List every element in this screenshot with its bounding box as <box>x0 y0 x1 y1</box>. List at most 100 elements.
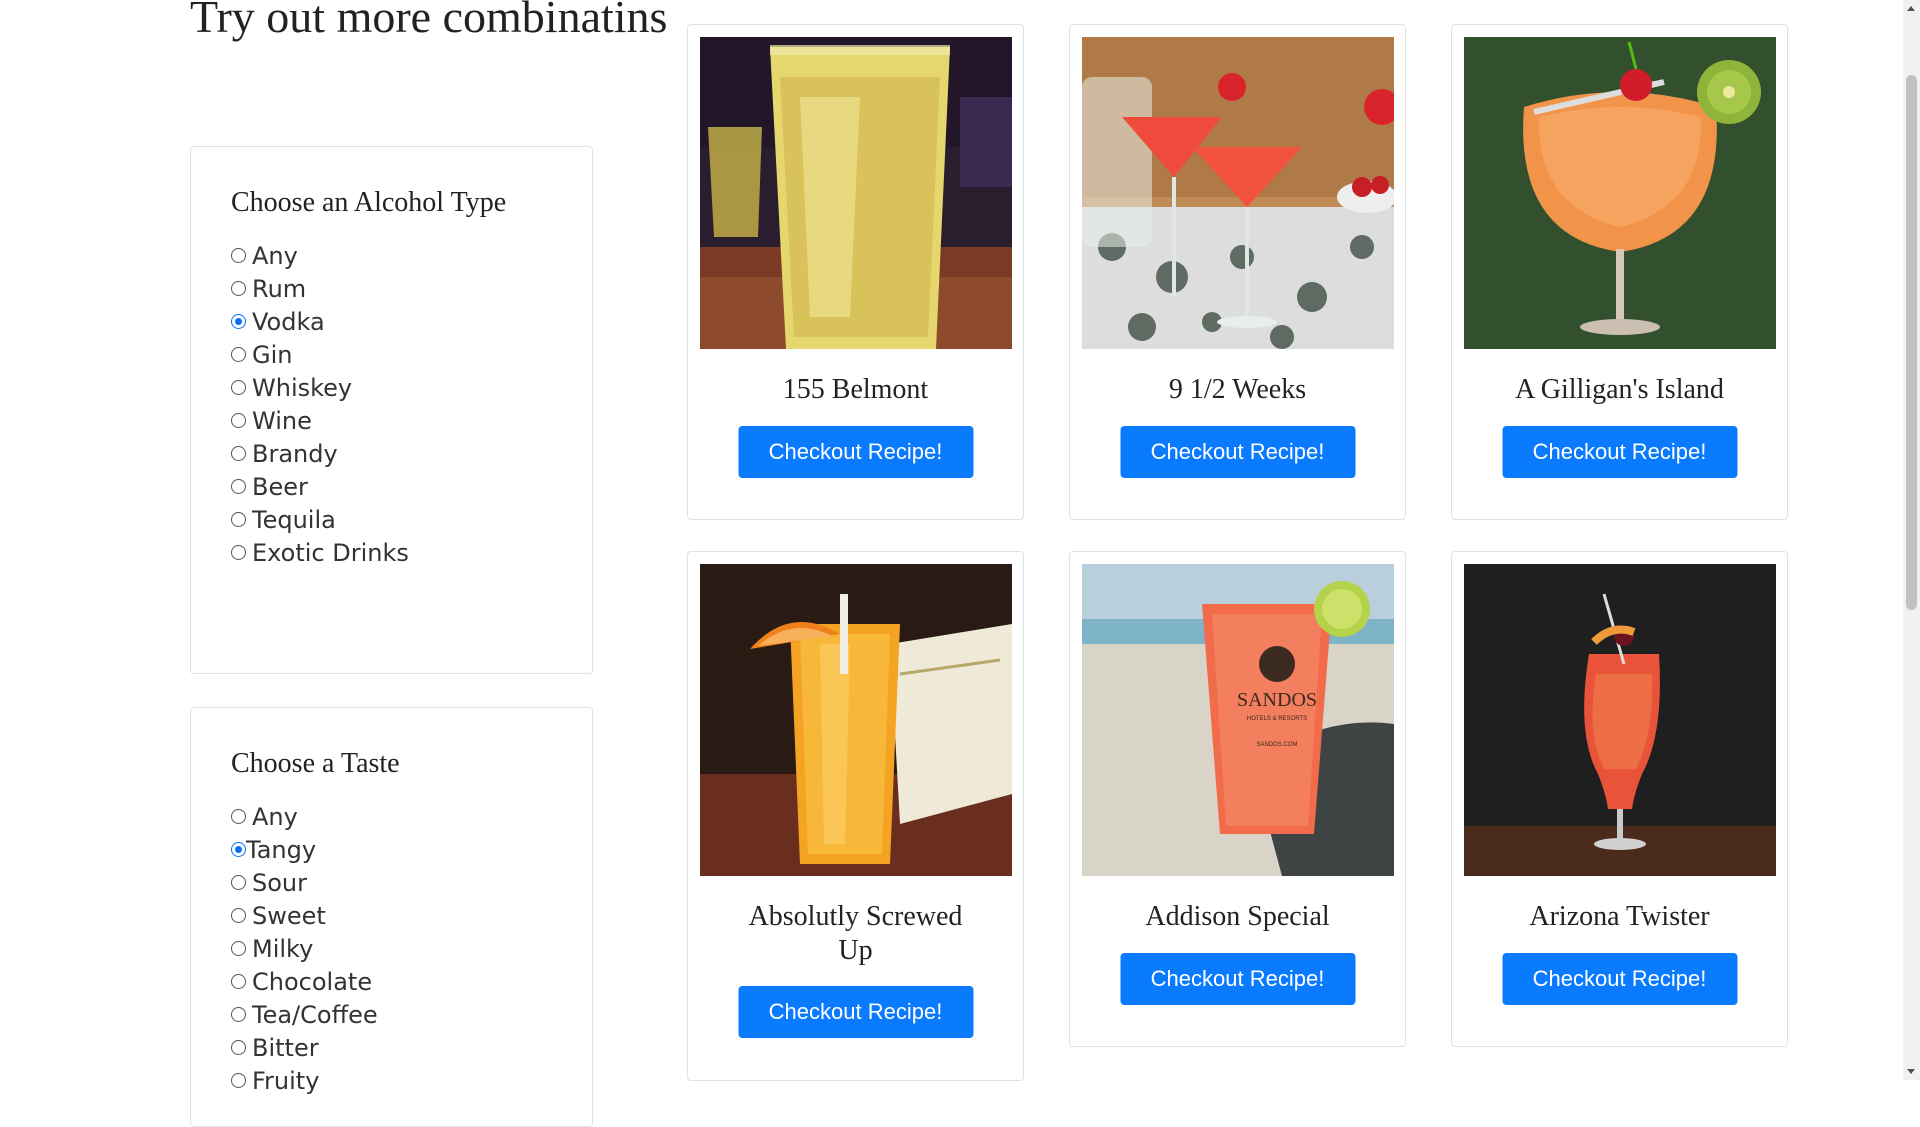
radio-button[interactable] <box>231 545 246 560</box>
checkout-recipe-button[interactable]: Checkout Recipe! <box>1502 426 1737 478</box>
taste-filter-card: Choose a Taste Any Tangy Sour Sweet Milk… <box>190 707 593 1127</box>
option-label: Chocolate <box>252 967 373 996</box>
brand-subtitle: HOTELS & RESORTS <box>1247 716 1307 722</box>
drink-card: Absolutly Screwed Up Checkout Recipe! <box>687 551 1024 1081</box>
drink-name: 155 Belmont <box>782 374 929 405</box>
option-label: Wine <box>252 406 312 435</box>
option-label: Sweet <box>252 901 326 930</box>
alcohol-option-vodka[interactable]: Vodka <box>229 305 409 338</box>
radio-button[interactable] <box>231 413 246 428</box>
drink-name: Arizona Twister <box>1529 901 1710 932</box>
drink-name: 9 1/2 Weeks <box>1168 374 1307 405</box>
drink-photo-9-half-weeks <box>1082 37 1394 349</box>
drink-photo-gilligans-island <box>1464 37 1776 349</box>
drink-image[interactable] <box>1082 37 1394 349</box>
checkout-recipe-button[interactable]: Checkout Recipe! <box>1120 426 1355 478</box>
drink-photo-addison-special: SANDOS HOTELS & RESORTS SANDOS.COM <box>1082 564 1394 876</box>
option-label: Gin <box>252 340 293 369</box>
brand-url: SANDOS.COM <box>1256 742 1297 748</box>
drink-image[interactable] <box>1464 564 1776 876</box>
alcohol-option-whiskey[interactable]: Whiskey <box>229 371 409 404</box>
alcohol-filter-heading: Choose an Alcohol Type <box>231 187 507 218</box>
radio-button[interactable] <box>231 1007 246 1022</box>
alcohol-option-exotic-drinks[interactable]: Exotic Drinks <box>229 536 409 569</box>
option-label: Tea/Coffee <box>252 1000 378 1029</box>
alcohol-options: Any Rum Vodka Gin Whiskey Wine Brandy Be… <box>229 239 409 569</box>
drink-image[interactable]: SANDOS HOTELS & RESORTS SANDOS.COM <box>1082 564 1394 876</box>
taste-option-sour[interactable]: Sour <box>229 866 378 899</box>
radio-button[interactable] <box>231 380 246 395</box>
option-label: Vodka <box>252 307 325 336</box>
checkout-recipe-button[interactable]: Checkout Recipe! <box>1120 953 1355 1005</box>
taste-options: Any Tangy Sour Sweet Milky Chocolate Tea… <box>229 800 378 1097</box>
option-label: Fruity <box>252 1066 320 1095</box>
option-label: Sour <box>252 868 307 897</box>
drink-name: Absolutly Screwed Up <box>748 901 963 966</box>
radio-button[interactable] <box>231 446 246 461</box>
taste-option-milky[interactable]: Milky <box>229 932 378 965</box>
scroll-up-arrow-icon[interactable] <box>1907 6 1915 11</box>
radio-button-selected[interactable] <box>231 314 246 329</box>
alcohol-option-gin[interactable]: Gin <box>229 338 409 371</box>
checkout-recipe-button[interactable]: Checkout Recipe! <box>1502 953 1737 1005</box>
taste-option-any[interactable]: Any <box>229 800 378 833</box>
drink-image[interactable] <box>1464 37 1776 349</box>
radio-button[interactable] <box>231 908 246 923</box>
radio-button[interactable] <box>231 248 246 263</box>
alcohol-option-tequila[interactable]: Tequila <box>229 503 409 536</box>
radio-button[interactable] <box>231 809 246 824</box>
taste-option-sweet[interactable]: Sweet <box>229 899 378 932</box>
radio-button[interactable] <box>231 941 246 956</box>
drink-name: A Gilligan's Island <box>1515 374 1724 405</box>
radio-button[interactable] <box>231 281 246 296</box>
radio-button[interactable] <box>231 1040 246 1055</box>
brand-wordmark: SANDOS <box>1237 689 1317 711</box>
drink-card: A Gilligan's Island Checkout Recipe! <box>1451 24 1788 520</box>
radio-button[interactable] <box>231 974 246 989</box>
drink-card: SANDOS HOTELS & RESORTS SANDOS.COM Addis… <box>1069 551 1406 1047</box>
radio-button[interactable] <box>231 347 246 362</box>
drink-name: Addison Special <box>1145 901 1330 932</box>
option-label: Exotic Drinks <box>252 538 409 567</box>
checkout-recipe-button[interactable]: Checkout Recipe! <box>738 426 973 478</box>
taste-option-tangy[interactable]: Tangy <box>229 833 378 866</box>
radio-button[interactable] <box>231 875 246 890</box>
drink-card: Arizona Twister Checkout Recipe! <box>1451 551 1788 1047</box>
scroll-down-arrow-icon[interactable] <box>1907 1069 1915 1074</box>
vertical-scrollbar[interactable] <box>1903 0 1920 1080</box>
alcohol-option-wine[interactable]: Wine <box>229 404 409 437</box>
taste-filter-heading: Choose a Taste <box>231 748 400 779</box>
taste-option-chocolate[interactable]: Chocolate <box>229 965 378 998</box>
drink-photo-absolutly-screwed-up <box>700 564 1012 876</box>
taste-option-fruity[interactable]: Fruity <box>229 1064 378 1097</box>
alcohol-option-any[interactable]: Any <box>229 239 409 272</box>
alcohol-option-beer[interactable]: Beer <box>229 470 409 503</box>
drink-photo-155-belmont <box>700 37 1012 349</box>
radio-button[interactable] <box>231 479 246 494</box>
radio-button-selected[interactable] <box>231 842 246 857</box>
checkout-recipe-button[interactable]: Checkout Recipe! <box>738 986 973 1038</box>
option-label: Beer <box>252 472 308 501</box>
drink-image[interactable] <box>700 564 1012 876</box>
option-label: Bitter <box>252 1033 319 1062</box>
page-title: Try out more combinatins <box>190 0 668 42</box>
alcohol-option-brandy[interactable]: Brandy <box>229 437 409 470</box>
option-label: Any <box>252 241 298 270</box>
option-label: Tequila <box>252 505 336 534</box>
scrollbar-thumb[interactable] <box>1906 75 1917 610</box>
option-label: Brandy <box>252 439 338 468</box>
alcohol-filter-card: Choose an Alcohol Type Any Rum Vodka Gin… <box>190 146 593 674</box>
option-label: Any <box>252 802 298 831</box>
taste-option-bitter[interactable]: Bitter <box>229 1031 378 1064</box>
taste-option-tea-coffee[interactable]: Tea/Coffee <box>229 998 378 1031</box>
drink-photo-arizona-twister <box>1464 564 1776 876</box>
radio-button[interactable] <box>231 1073 246 1088</box>
radio-button[interactable] <box>231 512 246 527</box>
alcohol-option-rum[interactable]: Rum <box>229 272 409 305</box>
drink-card: 9 1/2 Weeks Checkout Recipe! <box>1069 24 1406 520</box>
option-label: Whiskey <box>252 373 353 402</box>
option-label: Rum <box>252 274 307 303</box>
drink-image[interactable] <box>700 37 1012 349</box>
option-label: Tangy <box>246 835 317 864</box>
option-label: Milky <box>252 934 314 963</box>
